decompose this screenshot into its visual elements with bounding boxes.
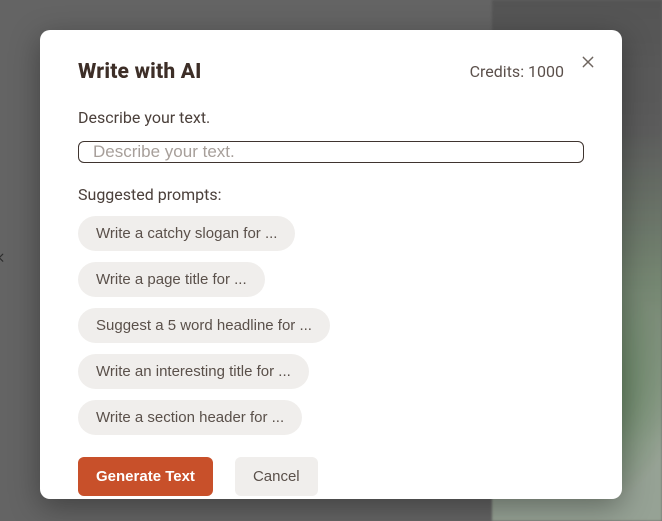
write-with-ai-modal: Write with AI Credits: 1000 Describe you… <box>40 30 622 499</box>
describe-input[interactable] <box>78 141 584 163</box>
suggested-prompt-chip[interactable]: Write a catchy slogan for ... <box>78 216 295 251</box>
suggested-prompt-chip[interactable]: Suggest a 5 word headline for ... <box>78 308 330 343</box>
credits-label: Credits: 1000 <box>470 62 564 81</box>
suggested-prompt-chip[interactable]: Write a page title for ... <box>78 262 265 297</box>
modal-title: Write with AI <box>78 60 202 84</box>
describe-label: Describe your text. <box>78 108 584 127</box>
close-icon <box>580 54 596 74</box>
modal-actions: Generate Text Cancel <box>78 457 584 496</box>
generate-text-button[interactable]: Generate Text <box>78 457 213 496</box>
cancel-button[interactable]: Cancel <box>235 457 318 496</box>
suggested-prompt-chip[interactable]: Write an interesting title for ... <box>78 354 309 389</box>
suggested-prompts-label: Suggested prompts: <box>78 185 584 204</box>
suggested-prompts-list: Write a catchy slogan for ... Write a pa… <box>78 216 584 435</box>
modal-header: Write with AI Credits: 1000 <box>78 60 584 84</box>
close-button[interactable] <box>574 50 602 78</box>
suggested-prompt-chip[interactable]: Write a section header for ... <box>78 400 302 435</box>
